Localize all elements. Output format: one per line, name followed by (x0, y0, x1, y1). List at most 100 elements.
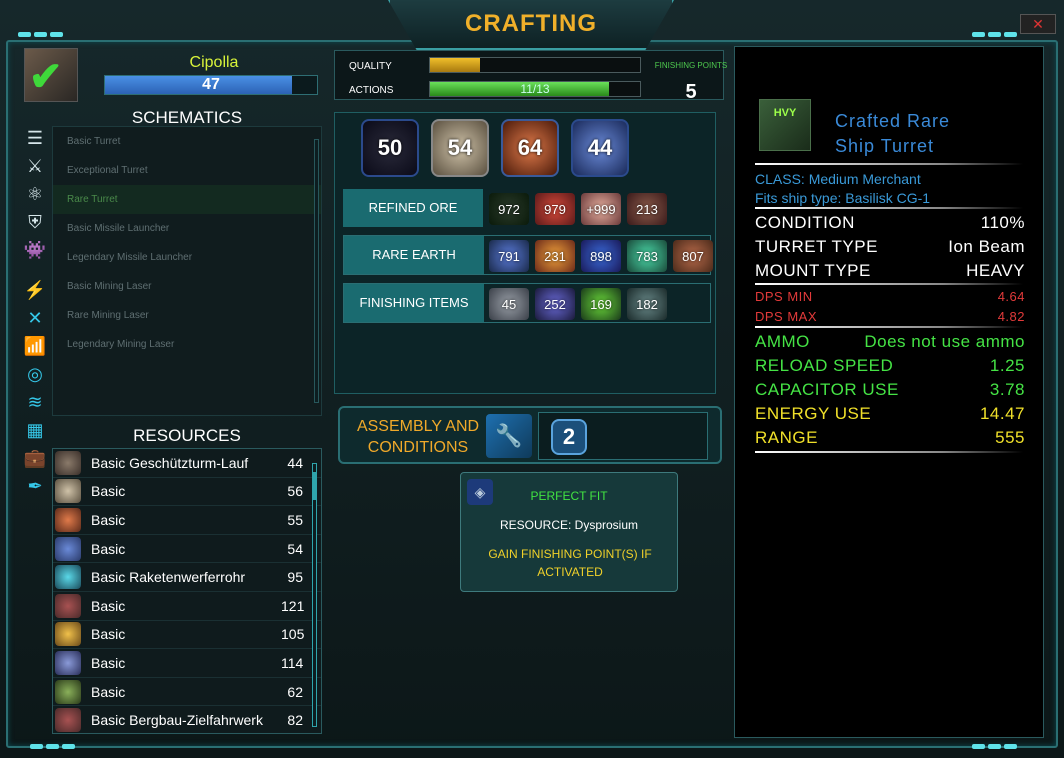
assembly-slot[interactable]: 2 (538, 412, 708, 460)
schematic-item[interactable]: Exceptional Turret (53, 156, 321, 185)
grid-icon[interactable]: ▦ (22, 420, 48, 448)
list-item[interactable]: Basic 114 (53, 649, 321, 678)
stat-capacitor-use: CAPACITOR USE 3.78 (755, 380, 1025, 400)
finish-chip[interactable]: 45 (489, 288, 529, 320)
finish-chip[interactable]: 252 (535, 288, 575, 320)
list-icon[interactable]: ☰ (22, 128, 48, 156)
list-item[interactable]: Basic 55 (53, 506, 321, 535)
stat-value: 110% (980, 213, 1025, 232)
stat-mount-type: MOUNT TYPE HEAVY (755, 261, 1025, 281)
schematics-list: Basic Turret Exceptional Turret Rare Tur… (52, 126, 322, 416)
stat-value: Ion Beam (948, 237, 1025, 256)
ore-chip[interactable]: 972 (489, 193, 529, 225)
materials-box: 50 54 64 44 REFINED ORE 972 979 +999 213… (334, 112, 716, 394)
divider (755, 283, 1023, 285)
ore-chip[interactable]: 979 (535, 193, 575, 225)
item-title-line1: Crafted Rare (835, 111, 951, 131)
list-item[interactable]: Basic 105 (53, 621, 321, 650)
missile-icon[interactable]: ⚛ (22, 184, 48, 212)
resource-name: Basic Geschützturm-Lauf (91, 454, 249, 471)
assembly-slot-value[interactable]: 2 (551, 419, 587, 455)
stat-condition: CONDITION 110% (755, 213, 1025, 233)
item-icon: HVY (759, 99, 811, 151)
earth-chip[interactable]: 783 (627, 240, 667, 272)
finish-chip[interactable]: 169 (581, 288, 621, 320)
schematic-item[interactable]: Basic Missile Launcher (53, 214, 321, 243)
component-slot[interactable]: 54 (431, 119, 489, 177)
list-item[interactable]: Basic 62 (53, 678, 321, 707)
stat-key: RELOAD SPEED (755, 356, 894, 375)
item-title: Crafted Rare Ship Turret (835, 109, 950, 159)
assembly-label: ASSEMBLY AND CONDITIONS (346, 416, 490, 458)
scrollbar-thumb[interactable] (312, 472, 317, 500)
stat-ammo: AMMO Does not use ammo (755, 332, 1025, 352)
component-slot[interactable]: 44 (571, 119, 629, 177)
stat-key: DPS MIN (755, 289, 813, 304)
schematic-item[interactable]: Basic Mining Laser (53, 272, 321, 301)
list-item[interactable]: Basic Geschützturm-Lauf 44 (53, 449, 321, 478)
collapse-icon[interactable]: ✕ (22, 308, 48, 336)
tooltip-resource: RESOURCE: Dysprosium (499, 518, 639, 532)
list-item[interactable]: Basic Bergbau-Zielfahrwerk 82 (53, 706, 321, 733)
ore-chip[interactable]: 213 (627, 193, 667, 225)
assembly-conditions: ASSEMBLY AND CONDITIONS 🔧 2 (338, 406, 722, 464)
stat-key: AMMO (755, 332, 810, 351)
component-icon (55, 479, 81, 504)
window-title: CRAFTING (465, 10, 597, 37)
schematics-heading: SCHEMATICS (131, 108, 243, 127)
alien-icon[interactable]: 👾 (22, 240, 48, 268)
resource-name: Basic Bergbau-Zielfahrwerk (91, 712, 263, 729)
ore-chip[interactable]: +999 (581, 193, 621, 225)
briefcase-icon[interactable]: 💼 (22, 448, 48, 476)
schematics-scrollbar[interactable] (314, 139, 319, 403)
list-item[interactable]: Basic 56 (53, 478, 321, 507)
shield-icon[interactable]: ⛨ (22, 212, 48, 240)
lightning-icon[interactable]: ⚡ (22, 280, 48, 308)
list-item[interactable]: Basic Raketenwerferrohr 95 (53, 563, 321, 592)
avatar: ✔ (24, 48, 78, 102)
player-profile: ✔ Cipolla 47 (24, 48, 322, 106)
close-window-button[interactable]: ✕ (1020, 14, 1056, 34)
stat-value: 4.64 (997, 289, 1025, 304)
quality-bar-fill (430, 58, 481, 72)
divider (755, 451, 1023, 453)
list-item[interactable]: Basic 54 (53, 535, 321, 564)
stat-key: RANGE (755, 428, 818, 447)
resources-scrollbar[interactable] (312, 463, 317, 727)
layers-icon[interactable]: ≋ (22, 392, 48, 420)
signal-icon[interactable]: 📶 (22, 336, 48, 364)
schematic-item[interactable]: Legendary Mining Laser (53, 330, 321, 359)
orb-icon (55, 708, 81, 733)
stat-range: RANGE 555 (755, 428, 1025, 448)
component-slot[interactable]: 50 (361, 119, 419, 177)
stat-key: CONDITION (755, 213, 855, 232)
stat-value: 3.78 (989, 380, 1025, 399)
quality-label: QUALITY (349, 61, 392, 72)
wrench-icon[interactable]: 🔧 (486, 414, 532, 458)
component-slot[interactable]: 64 (501, 119, 559, 177)
resources-heading: RESOURCES (133, 426, 241, 445)
weapon-icon[interactable]: ⚔ (22, 156, 48, 184)
stat-key: MOUNT TYPE (755, 261, 871, 280)
corner-decor-tr (972, 32, 1017, 37)
target-icon[interactable]: ◎ (22, 364, 48, 392)
corner-decor-tl (18, 32, 63, 37)
schematic-item-selected[interactable]: Rare Turret (53, 185, 321, 214)
stat-key: DPS MAX (755, 309, 818, 324)
component-slots: 50 54 64 44 (361, 119, 629, 177)
rare-earth-chips: 791 231 898 783 807 (489, 240, 713, 272)
list-item[interactable]: Basic 121 (53, 592, 321, 621)
earth-chip[interactable]: 807 (673, 240, 713, 272)
rare-earth-label: RARE EARTH (344, 236, 484, 274)
schematic-item[interactable]: Legendary Missile Launcher (53, 243, 321, 272)
finishing-points-value: 5 (685, 81, 697, 103)
stat-value: 555 (995, 428, 1025, 447)
earth-chip[interactable]: 231 (535, 240, 575, 272)
earth-chip[interactable]: 791 (489, 240, 529, 272)
schematic-item[interactable]: Rare Mining Laser (53, 301, 321, 330)
actions-label: ACTIONS (349, 85, 394, 96)
feather-icon[interactable]: ✒ (22, 476, 48, 504)
schematic-item[interactable]: Basic Turret (53, 127, 321, 156)
earth-chip[interactable]: 898 (581, 240, 621, 272)
finish-chip[interactable]: 182 (627, 288, 667, 320)
